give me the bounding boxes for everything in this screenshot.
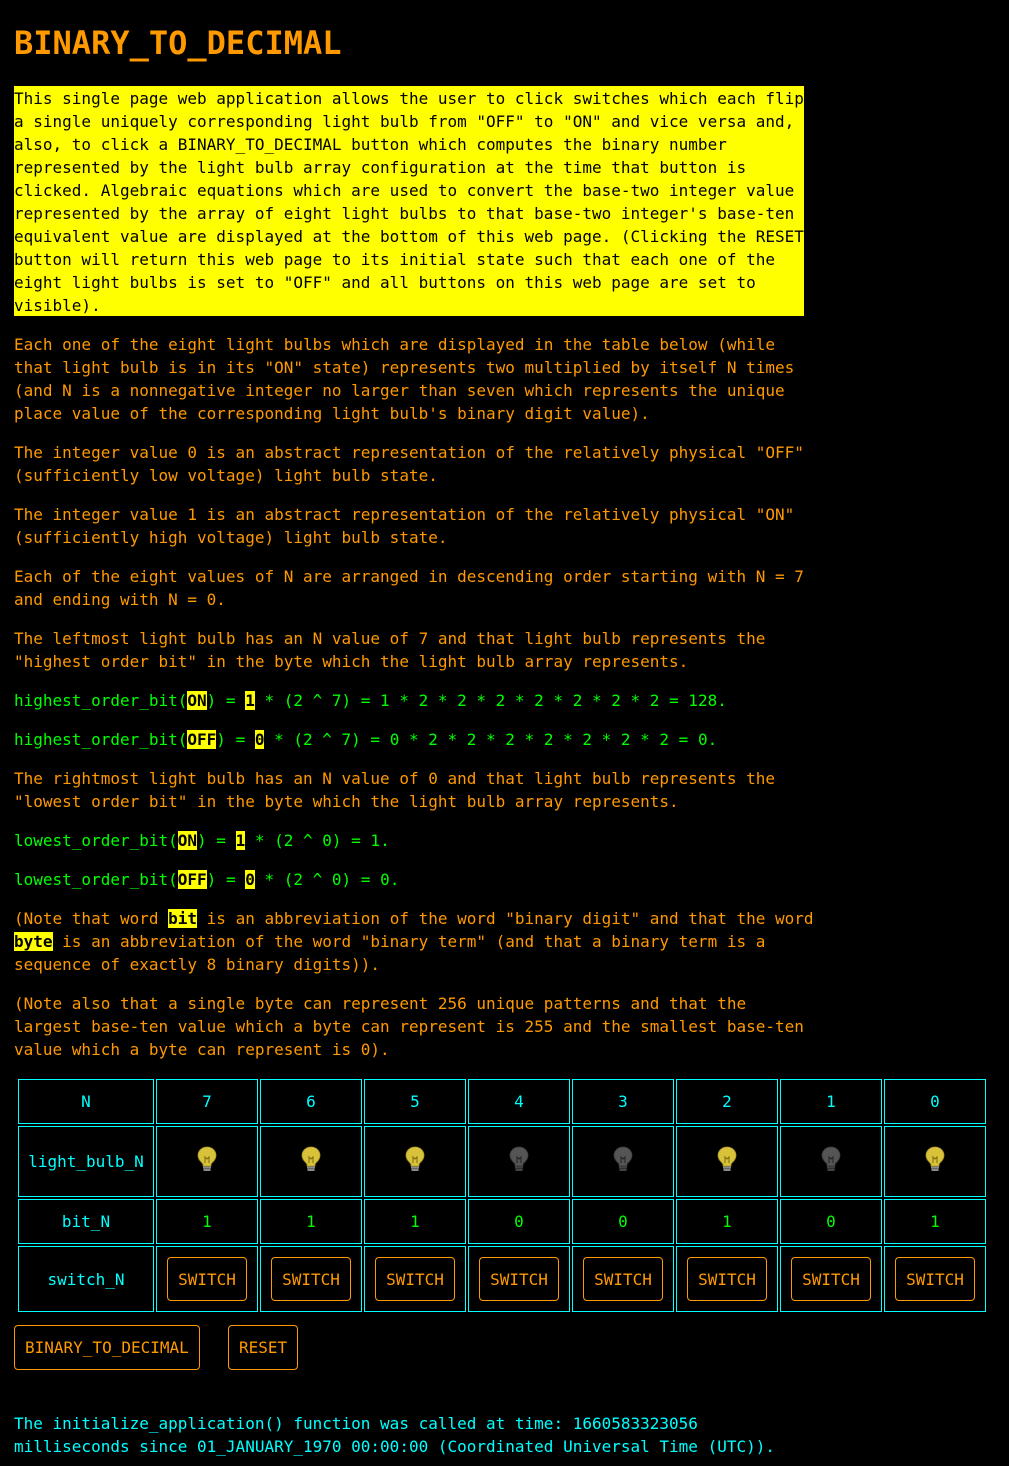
n-cell: 4 (468, 1079, 570, 1124)
bit-cell: 0 (780, 1199, 882, 1244)
switch-button-6[interactable]: SWITCH (271, 1257, 351, 1301)
switch-button-1[interactable]: SWITCH (791, 1257, 871, 1301)
equation-digit: 0 (245, 870, 255, 889)
bulb-cell (468, 1126, 570, 1197)
note-byte-range: (Note also that a single byte can repres… (14, 994, 804, 1059)
paragraph-rightmost: The rightmost light bulb has an N value … (14, 769, 775, 811)
switch-button-7[interactable]: SWITCH (167, 1257, 247, 1301)
light-bulb-icon (301, 1146, 321, 1171)
switch-cell: SWITCH (780, 1246, 882, 1312)
equation-prefix: lowest_order_bit( (14, 831, 178, 850)
row-label-switch: switch_N (18, 1246, 154, 1312)
note-bit-byte: (Note that word bit is an abbreviation o… (14, 907, 814, 976)
bulb-cell (572, 1126, 674, 1197)
equation-mid: ) = (197, 831, 236, 850)
bulb-cell (780, 1126, 882, 1197)
term-byte: byte (14, 932, 53, 951)
switch-button-0[interactable]: SWITCH (895, 1257, 975, 1301)
row-label-bulb: light_bulb_N (18, 1126, 154, 1197)
light-bulb-icon (717, 1146, 737, 1171)
bit-cell: 0 (572, 1199, 674, 1244)
n-cell: 3 (572, 1079, 674, 1124)
equation-lowest-on: lowest_order_bit(ON) = 1 * (2 ^ 0) = 1. (14, 829, 814, 852)
note-text: is an abbreviation of the word "binary t… (14, 932, 766, 974)
paragraph-on-state: The integer value 1 is an abstract repre… (14, 505, 795, 547)
equation-prefix: highest_order_bit( (14, 730, 188, 749)
switch-button-5[interactable]: SWITCH (375, 1257, 455, 1301)
table-row-bulbs: light_bulb_N (18, 1126, 986, 1197)
n-cell: 0 (884, 1079, 986, 1124)
intro-text: This single page web application allows … (14, 89, 804, 315)
switch-cell: SWITCH (156, 1246, 258, 1312)
switch-cell: SWITCH (676, 1246, 778, 1312)
page-title: BINARY_TO_DECIMAL (14, 24, 342, 62)
switch-cell: SWITCH (468, 1246, 570, 1312)
switch-cell: SWITCH (260, 1246, 362, 1312)
equation-highest-on: highest_order_bit(ON) = 1 * (2 ^ 7) = 1 … (14, 689, 814, 712)
equation-state: OFF (177, 870, 207, 889)
equation-highest-off: highest_order_bit(OFF) = 0 * (2 ^ 7) = 0… (14, 728, 814, 751)
bit-cell: 0 (468, 1199, 570, 1244)
paragraph-off-state: The integer value 0 is an abstract repre… (14, 443, 804, 485)
reset-button[interactable]: RESET (228, 1325, 299, 1370)
row-label-bit: bit_N (18, 1199, 154, 1244)
equation-rest: * (2 ^ 7) = 1 * 2 * 2 * 2 * 2 * 2 * 2 * … (254, 691, 727, 710)
bulb-cell (260, 1126, 362, 1197)
equation-digit: 1 (235, 831, 246, 850)
bulb-cell (884, 1126, 986, 1197)
note-text: (Note that word (14, 909, 169, 928)
light-bulb-icon (821, 1146, 841, 1171)
n-cell: 5 (364, 1079, 466, 1124)
equation-rest: * (2 ^ 0) = 0. (254, 870, 400, 889)
switch-cell: SWITCH (364, 1246, 466, 1312)
light-bulb-icon (405, 1146, 425, 1171)
equation-mid: ) = (216, 730, 255, 749)
equation-state: ON (177, 831, 198, 850)
n-cell: 2 (676, 1079, 778, 1124)
row-label-n: N (18, 1079, 154, 1124)
light-bulb-icon (613, 1146, 633, 1171)
switch-button-4[interactable]: SWITCH (479, 1257, 559, 1301)
light-bulb-icon (509, 1146, 529, 1171)
intro-box: This single page web application allows … (14, 86, 804, 316)
paragraph-leftmost: The leftmost light bulb has an N value o… (14, 629, 766, 671)
table-row-switches: switch_N SWITCH SWITCH SWITCH SWITCH SWI… (18, 1246, 986, 1312)
bit-cell: 1 (364, 1199, 466, 1244)
bulb-cell (364, 1126, 466, 1197)
light-bulb-icon (197, 1146, 217, 1171)
binary-to-decimal-button[interactable]: BINARY_TO_DECIMAL (14, 1325, 200, 1370)
bit-cell: 1 (260, 1199, 362, 1244)
light-bulb-icon (925, 1146, 945, 1171)
n-cell: 6 (260, 1079, 362, 1124)
paragraph-bulbs: Each one of the eight light bulbs which … (14, 335, 795, 423)
equation-prefix: highest_order_bit( (14, 691, 188, 710)
bulb-cell (156, 1126, 258, 1197)
note-text: is an abbreviation of the word "binary d… (197, 909, 814, 928)
equation-mid: ) = (206, 691, 246, 710)
n-cell: 1 (780, 1079, 882, 1124)
equation-state: OFF (187, 730, 217, 749)
equation-state: ON (187, 691, 207, 710)
initialization-timestamp: The initialize_application() function wa… (14, 1414, 775, 1456)
bulb-table: N 7 6 5 4 3 2 1 0 light_bulb_N bit_N 1 1… (16, 1077, 988, 1314)
n-cell: 7 (156, 1079, 258, 1124)
switch-cell: SWITCH (884, 1246, 986, 1312)
bit-cell: 1 (156, 1199, 258, 1244)
switch-button-2[interactable]: SWITCH (687, 1257, 767, 1301)
switch-button-3[interactable]: SWITCH (583, 1257, 663, 1301)
equation-lowest-off: lowest_order_bit(OFF) = 0 * (2 ^ 0) = 0. (14, 868, 814, 891)
table-row-bits: bit_N 1 1 1 0 0 1 0 1 (18, 1199, 986, 1244)
bulb-cell (676, 1126, 778, 1197)
equation-prefix: lowest_order_bit( (14, 870, 178, 889)
equation-rest: * (2 ^ 0) = 1. (245, 831, 390, 850)
bit-cell: 1 (884, 1199, 986, 1244)
equation-rest: * (2 ^ 7) = 0 * 2 * 2 * 2 * 2 * 2 * 2 * … (264, 730, 718, 749)
paragraph-order: Each of the eight values of N are arrang… (14, 567, 804, 609)
switch-cell: SWITCH (572, 1246, 674, 1312)
equation-digit: 1 (245, 691, 255, 710)
bit-cell: 1 (676, 1199, 778, 1244)
equation-mid: ) = (206, 870, 246, 889)
table-row-n: N 7 6 5 4 3 2 1 0 (18, 1079, 986, 1124)
term-bit: bit (168, 909, 198, 928)
